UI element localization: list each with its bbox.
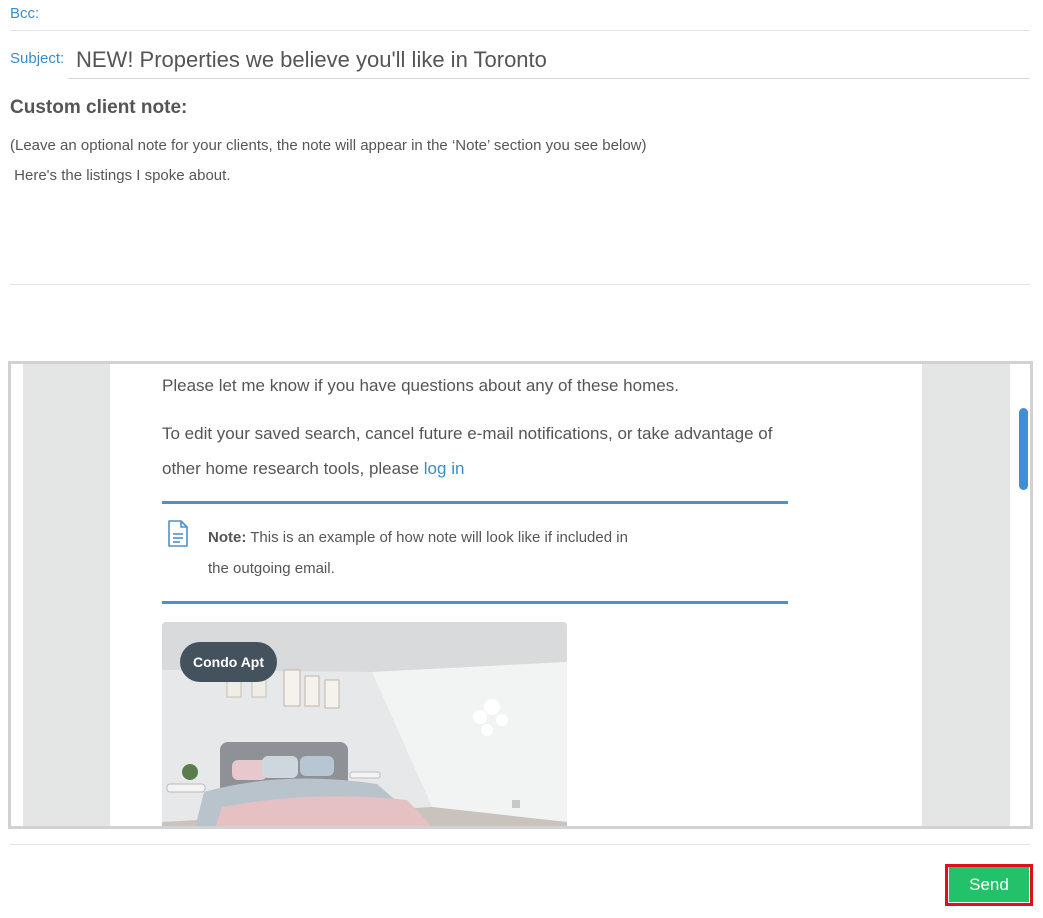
note-text-2: the outgoing email. <box>208 560 335 577</box>
client-note-heading: Custom client note: <box>10 97 188 118</box>
note-bottom-rule <box>162 601 788 604</box>
subject-input[interactable]: NEW! Properties we believe you'll like i… <box>68 41 1030 79</box>
document-icon <box>168 520 188 547</box>
send-button[interactable]: Send <box>949 867 1029 902</box>
questions-line: Please let me know if you have questions… <box>162 376 679 395</box>
preview-scrollbar[interactable] <box>1010 364 1030 826</box>
listing-photo[interactable]: Condo Apt <box>162 622 567 826</box>
preview-scroll-thumb[interactable] <box>1019 408 1028 490</box>
note-label: Note: <box>208 529 247 546</box>
subject-row: Subject: NEW! Properties we believe you'… <box>10 31 1030 81</box>
footer-divider <box>10 844 1030 845</box>
note-top-rule <box>162 501 788 504</box>
edit-line-1: To edit your saved search, cancel future… <box>162 424 773 443</box>
note-text-1: This is an example of how note will look… <box>250 529 628 546</box>
listing-type-badge: Condo Apt <box>180 642 278 682</box>
subject-value: NEW! Properties we believe you'll like i… <box>76 46 547 72</box>
bcc-row[interactable]: Bcc: <box>10 0 1030 31</box>
email-preview-body: Please let me know if you have questions… <box>110 364 922 826</box>
bcc-label: Bcc: <box>10 5 40 22</box>
note-divider <box>10 284 1030 285</box>
edit-line-2: other home research tools, please log in <box>162 459 464 479</box>
login-link[interactable]: log in <box>424 459 465 478</box>
client-note-hint: (Leave an optional note for your clients… <box>10 137 647 154</box>
subject-label: Subject: <box>10 50 65 67</box>
client-note-textarea[interactable]: Here's the listings I spoke about. <box>10 167 230 184</box>
edit-line-2-text: other home research tools, please <box>162 459 420 478</box>
note-content: Note: This is an example of how note wil… <box>208 522 678 584</box>
email-preview-frame[interactable]: Please let me know if you have questions… <box>8 361 1033 829</box>
